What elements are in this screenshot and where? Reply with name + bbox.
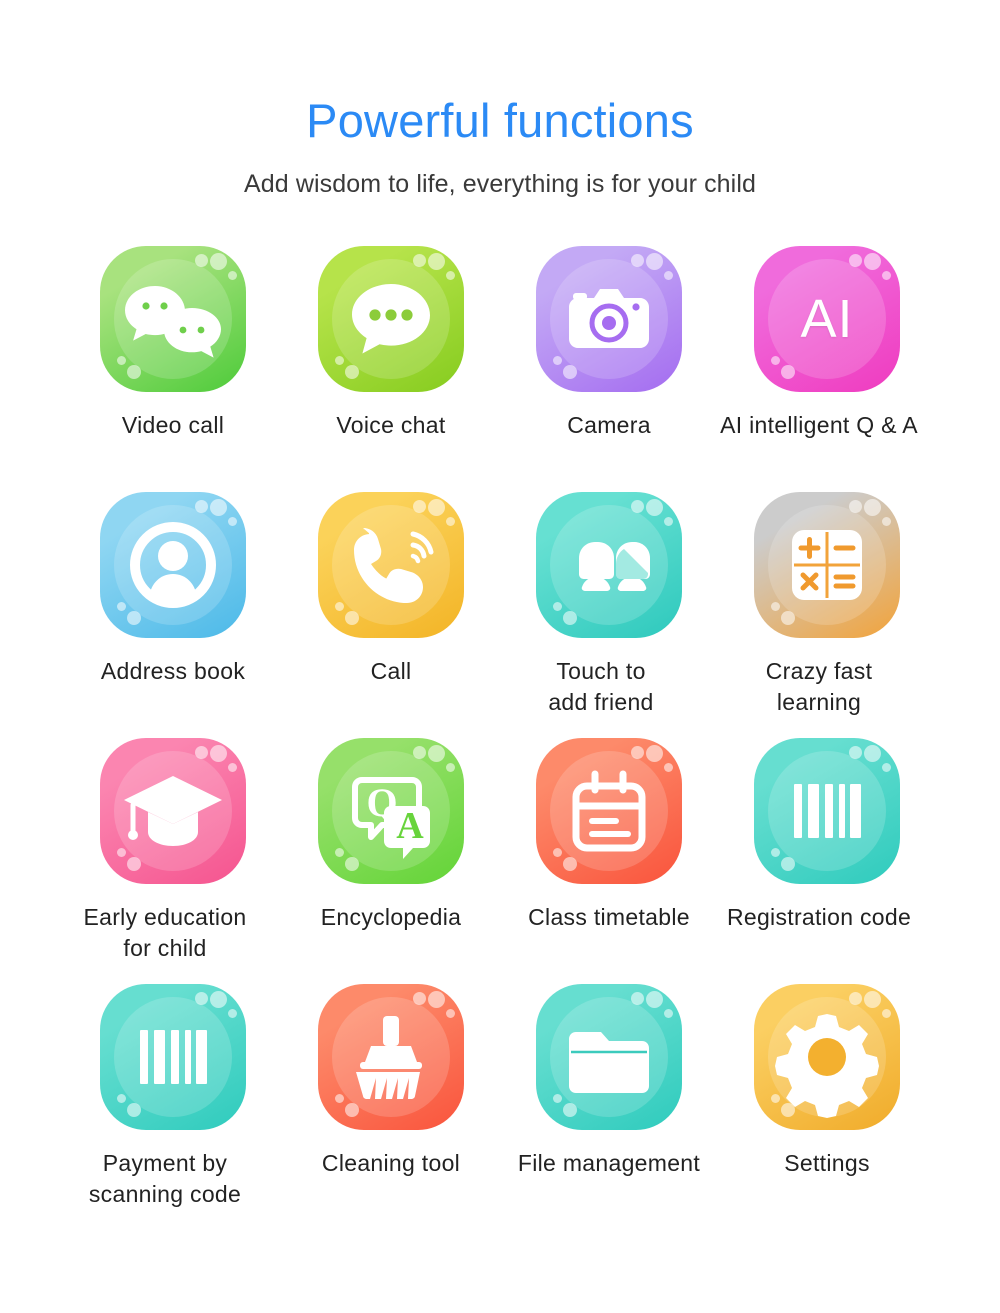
feature-cell[interactable]: Class timetable — [500, 738, 718, 984]
barcode-icon — [100, 984, 246, 1130]
graduation-cap-icon — [100, 738, 246, 884]
feature-icon-tile[interactable] — [536, 984, 682, 1131]
page-header: Powerful functions Add wisdom to life, e… — [0, 0, 1000, 199]
gear-icon — [754, 984, 900, 1130]
calculator-icon — [754, 492, 900, 638]
feature-cell[interactable]: Video call — [64, 246, 282, 492]
page-title: Powerful functions — [306, 94, 694, 147]
camera-icon — [536, 246, 682, 392]
feature-label: Cleaning tool — [321, 1150, 461, 1177]
feature-label: Encyclopedia — [320, 904, 462, 931]
feature-cell[interactable]: Settings — [718, 984, 936, 1230]
speech-bubble-dots-icon — [318, 246, 464, 392]
feature-label: Voice chat — [336, 412, 446, 439]
chat-bubbles-icon — [100, 246, 246, 392]
feature-icon-tile[interactable] — [100, 246, 246, 393]
feature-label: File management — [517, 1150, 701, 1177]
phone-handset-icon — [318, 492, 464, 638]
ai-badge-icon: AI — [800, 289, 854, 350]
feature-icon-tile[interactable] — [754, 984, 900, 1131]
feature-cell[interactable]: File management — [500, 984, 718, 1230]
feature-cell[interactable]: Touch to add friend — [500, 492, 718, 738]
feature-label: Payment by scanning code — [88, 1150, 242, 1208]
feature-icon-tile[interactable]: QA — [318, 738, 464, 885]
broom-brush-icon — [318, 984, 464, 1130]
feature-label: AI intelligent Q & A — [720, 412, 918, 439]
feature-label: Settings — [784, 1150, 870, 1177]
feature-icon-tile[interactable] — [318, 492, 464, 639]
feature-icon-tile[interactable] — [536, 492, 682, 639]
feature-icon-tile[interactable] — [536, 738, 682, 885]
feature-label: Video call — [121, 412, 225, 439]
feature-label: Crazy fast learning — [765, 658, 873, 716]
feature-icon-tile[interactable] — [536, 246, 682, 393]
feature-cell[interactable]: Payment by scanning code — [64, 984, 282, 1230]
feature-label: Camera — [567, 412, 651, 439]
feature-icon-tile[interactable] — [318, 246, 464, 393]
feature-cell[interactable]: Cleaning tool — [282, 984, 500, 1230]
feature-icon-tile[interactable] — [100, 984, 246, 1131]
feature-icon-tile[interactable] — [754, 492, 900, 639]
feature-icon-tile[interactable] — [318, 984, 464, 1131]
qa-bubbles-icon: QA — [318, 738, 464, 884]
feature-cell[interactable]: Camera — [500, 246, 718, 492]
feature-label: Class timetable — [528, 904, 690, 931]
feature-cell[interactable]: Q A Encyclopedia — [282, 738, 500, 984]
feature-icon-tile[interactable] — [754, 738, 900, 885]
feature-grid-page: Powerful functions Add wisdom to life, e… — [0, 0, 1000, 1313]
feature-label: Touch to add friend — [548, 658, 654, 716]
svg-text:A: A — [396, 805, 424, 847]
feature-cell[interactable]: Call — [282, 492, 500, 738]
feature-cell[interactable]: Address book — [64, 492, 282, 738]
two-people-icon — [536, 492, 682, 638]
folder-icon — [536, 984, 682, 1130]
feature-label: Registration code — [726, 904, 912, 931]
calendar-notepad-icon — [536, 738, 682, 884]
feature-cell[interactable]: Early education for child — [64, 738, 282, 984]
feature-label: Address book — [100, 658, 246, 685]
feature-label: Early education for child — [83, 904, 247, 962]
feature-label: Call — [370, 658, 412, 685]
contact-person-icon — [100, 492, 246, 638]
feature-icon-tile[interactable] — [100, 492, 246, 639]
page-subtitle: Add wisdom to life, everything is for yo… — [244, 170, 756, 199]
feature-cell[interactable]: Registration code — [718, 738, 936, 984]
feature-cell[interactable]: Voice chat — [282, 246, 500, 492]
feature-cell[interactable]: Crazy fast learning — [718, 492, 936, 738]
feature-icon-tile[interactable]: AI — [754, 246, 900, 393]
feature-cell[interactable]: AI AI intelligent Q & A — [718, 246, 936, 492]
barcode-icon — [754, 738, 900, 884]
feature-icon-tile[interactable] — [100, 738, 246, 885]
feature-grid: Video call Voice chat Camera AI AI intellige… — [0, 246, 1000, 1230]
